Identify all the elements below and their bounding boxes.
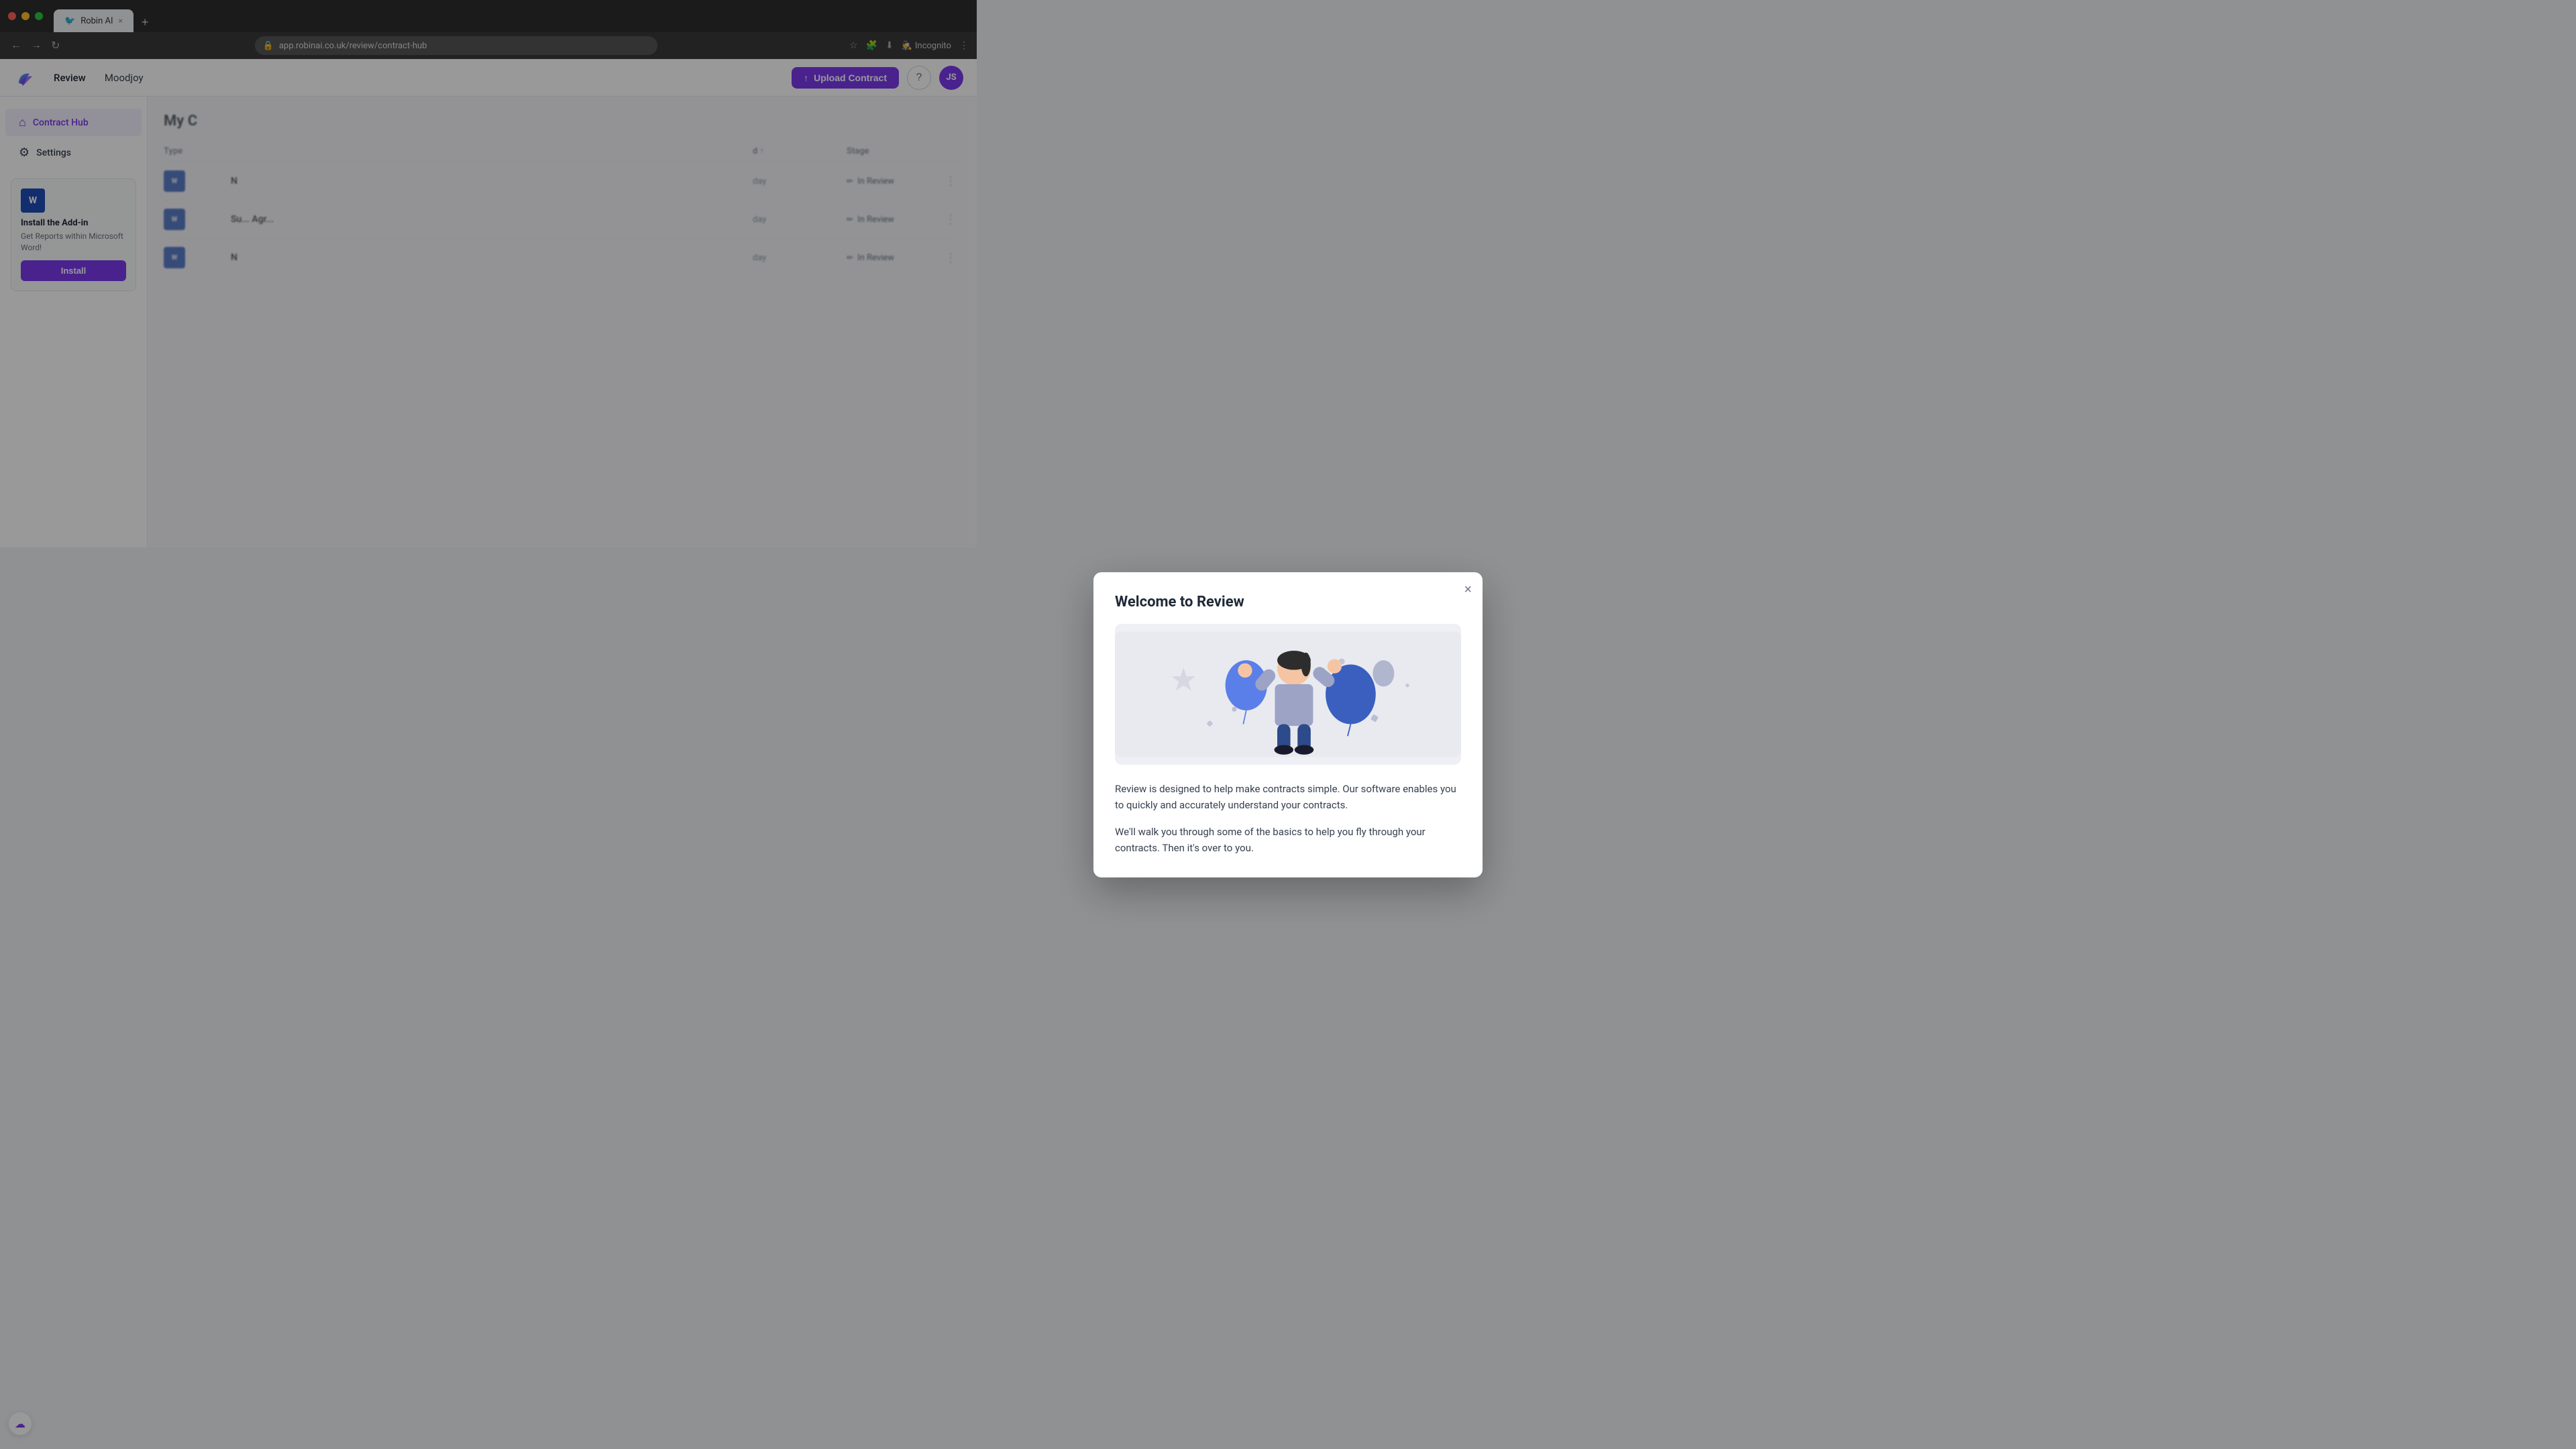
modal-illustration bbox=[1115, 624, 1461, 765]
modal-title: Welcome to Review bbox=[1115, 594, 1461, 610]
welcome-modal: × Welcome to Review bbox=[1093, 572, 1483, 877]
modal-description-1: Review is designed to help make contract… bbox=[1115, 781, 1461, 813]
modal-description-2: We'll walk you through some of the basic… bbox=[1115, 824, 1461, 856]
modal-overlay[interactable]: × Welcome to Review bbox=[0, 0, 2576, 1449]
modal-close-button[interactable]: × bbox=[1464, 583, 1472, 596]
